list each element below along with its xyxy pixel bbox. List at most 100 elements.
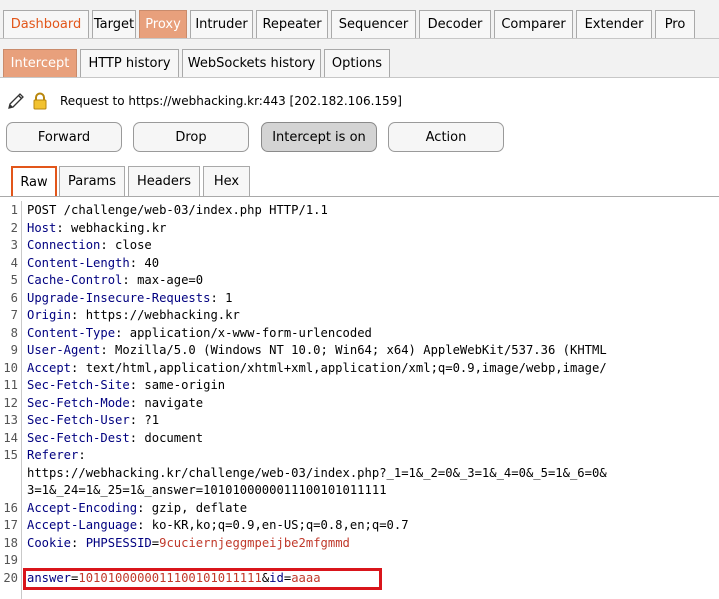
cookie-value: 9cuciernjeggmpeijbe2mfgmmd <box>159 535 350 550</box>
header-name: Sec-Fetch-Site <box>27 378 130 392</box>
line-number: 10 <box>3 360 18 375</box>
header-name: Cookie <box>27 535 72 550</box>
main-tab-decoder[interactable]: Decoder <box>419 10 491 38</box>
header-value: same-origin <box>137 378 226 392</box>
line-number: 18 <box>3 535 18 550</box>
action-button[interactable]: Action <box>388 122 504 152</box>
request-line: Sec-Fetch-Site: same-origin <box>27 378 226 392</box>
request-line: User-Agent: Mozilla/5.0 (Windows NT 10.0… <box>27 343 607 357</box>
main-tab-sequencer[interactable]: Sequencer <box>331 10 416 38</box>
line-number: 17 <box>3 518 18 532</box>
request-line: POST /challenge/web-03/index.php HTTP/1.… <box>27 203 328 217</box>
line-number: 16 <box>3 500 18 515</box>
request-line: Cache-Control: max-age=0 <box>27 273 204 287</box>
main-tab-proxy[interactable]: Proxy <box>139 10 187 38</box>
header-name: Cache-Control <box>27 273 123 287</box>
tab-hex[interactable]: Hex <box>203 166 250 196</box>
request-line: Cookie: PHPSESSID=9cuciernjeggmpeijbe2mf… <box>27 535 350 550</box>
main-tab-intruder[interactable]: Intruder <box>190 10 253 38</box>
request-line: Content-Type: application/x-www-form-url… <box>27 325 372 340</box>
line-text: https://webhacking.kr/challenge/web-03/i… <box>27 465 607 480</box>
line-number: 14 <box>3 430 18 445</box>
request-line: https://webhacking.kr/challenge/web-03/i… <box>27 466 607 480</box>
line-number: 6 <box>10 290 18 305</box>
request-line: Sec-Fetch-Dest: document <box>27 430 204 445</box>
request-target: Request to https://webhacking.kr:443 [20… <box>60 94 402 108</box>
raw-request-editor[interactable]: 1 POST /challenge/web-03/index.php HTTP/1… <box>0 201 719 599</box>
header-value: max-age=0 <box>129 273 204 287</box>
main-tab-pro[interactable]: Pro <box>655 10 695 38</box>
main-tab-target[interactable]: Target <box>92 10 136 38</box>
line-number: 8 <box>10 325 18 340</box>
request-line: Sec-Fetch-User: ?1 <box>27 413 160 427</box>
line-number: 20 <box>3 570 18 585</box>
header-value: 40 <box>137 255 160 270</box>
sub-tab-websockets-history[interactable]: WebSockets history <box>182 49 321 77</box>
header-name: Content-Type <box>27 325 116 340</box>
line-number: 11 <box>3 378 18 392</box>
message-view-tabs: Raw Params Headers Hex <box>0 163 719 197</box>
request-line: Upgrade-Insecure-Requests: 1 <box>27 290 233 305</box>
header-value <box>78 536 85 550</box>
header-name: Content-Length <box>27 255 130 270</box>
proxy-sub-tab-bar: Intercept HTTP history WebSockets history O… <box>0 39 719 78</box>
line-number: 1 <box>10 203 18 217</box>
drop-button[interactable]: Drop <box>133 122 249 152</box>
tab-raw[interactable]: Raw <box>11 166 57 196</box>
header-value: text/html,application/xhtml+xml,applicat… <box>78 360 607 375</box>
header-name: Sec-Fetch-Dest <box>27 430 130 445</box>
header-value: webhacking.kr <box>63 220 167 235</box>
body-param-key: answer <box>27 570 72 585</box>
pencil-icon[interactable] <box>6 91 26 111</box>
header-value: ko-KR,ko;q=0.9,en-US;q=0.8,en;q=0.7 <box>144 518 409 532</box>
request-line: answer=1010100000011100101011111&id=aaaa <box>27 570 321 585</box>
line-number: 13 <box>3 413 18 427</box>
lock-icon <box>33 92 47 110</box>
header-name: Upgrade-Insecure-Requests <box>27 290 211 305</box>
tab-headers[interactable]: Headers <box>128 166 200 196</box>
line-number: 4 <box>10 255 18 270</box>
header-value: Mozilla/5.0 (Windows NT 10.0; Win64; x64… <box>107 343 607 357</box>
body-param-value: 1010100000011100101011111 <box>78 570 262 585</box>
header-name: Sec-Fetch-User <box>27 413 130 427</box>
line-number: 5 <box>10 273 18 287</box>
header-name: Referer <box>27 448 79 462</box>
request-line: Sec-Fetch-Mode: navigate <box>27 395 204 410</box>
line-number: 15 <box>3 448 18 462</box>
line-text: POST /challenge/web-03/index.php HTTP/1.… <box>27 203 328 217</box>
header-value: https://webhacking.kr <box>78 308 240 322</box>
body-param-value: aaaa <box>291 570 321 585</box>
line-number: 3 <box>10 238 18 252</box>
line-number: 19 <box>3 553 18 567</box>
request-line: Content-Length: 40 <box>27 255 160 270</box>
main-tab-repeater[interactable]: Repeater <box>256 10 328 38</box>
header-name: Sec-Fetch-Mode <box>27 395 130 410</box>
request-line: Accept: text/html,application/xhtml+xml,… <box>27 360 607 375</box>
main-tab-extender[interactable]: Extender <box>576 10 652 38</box>
line-text: 3=1&_24=1&_25=1&_answer=1010100000011100… <box>27 483 387 497</box>
sub-tab-http-history[interactable]: HTTP history <box>80 49 179 77</box>
intercept-toggle-button[interactable]: Intercept is on <box>261 122 377 152</box>
tab-params[interactable]: Params <box>59 166 125 196</box>
header-value: document <box>137 430 204 445</box>
line-number: 7 <box>10 308 18 322</box>
header-value: gzip, deflate <box>144 500 248 515</box>
request-line: Origin: https://webhacking.kr <box>27 308 240 322</box>
header-value: application/x-www-form-urlencoded <box>122 325 372 340</box>
sub-tab-options[interactable]: Options <box>324 49 390 77</box>
request-line: Accept-Encoding: gzip, deflate <box>27 500 248 515</box>
main-tab-comparer[interactable]: Comparer <box>494 10 573 38</box>
header-value: navigate <box>137 395 204 410</box>
sub-tab-intercept[interactable]: Intercept <box>3 49 77 77</box>
header-name: Accept <box>27 360 72 375</box>
forward-button[interactable]: Forward <box>6 122 122 152</box>
header-name: Accept-Encoding <box>27 500 138 515</box>
header-name: Origin <box>27 308 72 322</box>
line-number: 2 <box>10 220 18 235</box>
header-value: ?1 <box>137 413 160 427</box>
request-line: Host: webhacking.kr <box>27 220 167 235</box>
main-tab-bar: Dashboard Target Proxy Intruder Repeater Sequ… <box>0 0 719 39</box>
main-tab-dashboard[interactable]: Dashboard <box>3 10 89 38</box>
header-value: 1 <box>217 290 233 305</box>
cookie-name: PHPSESSID <box>85 535 152 550</box>
